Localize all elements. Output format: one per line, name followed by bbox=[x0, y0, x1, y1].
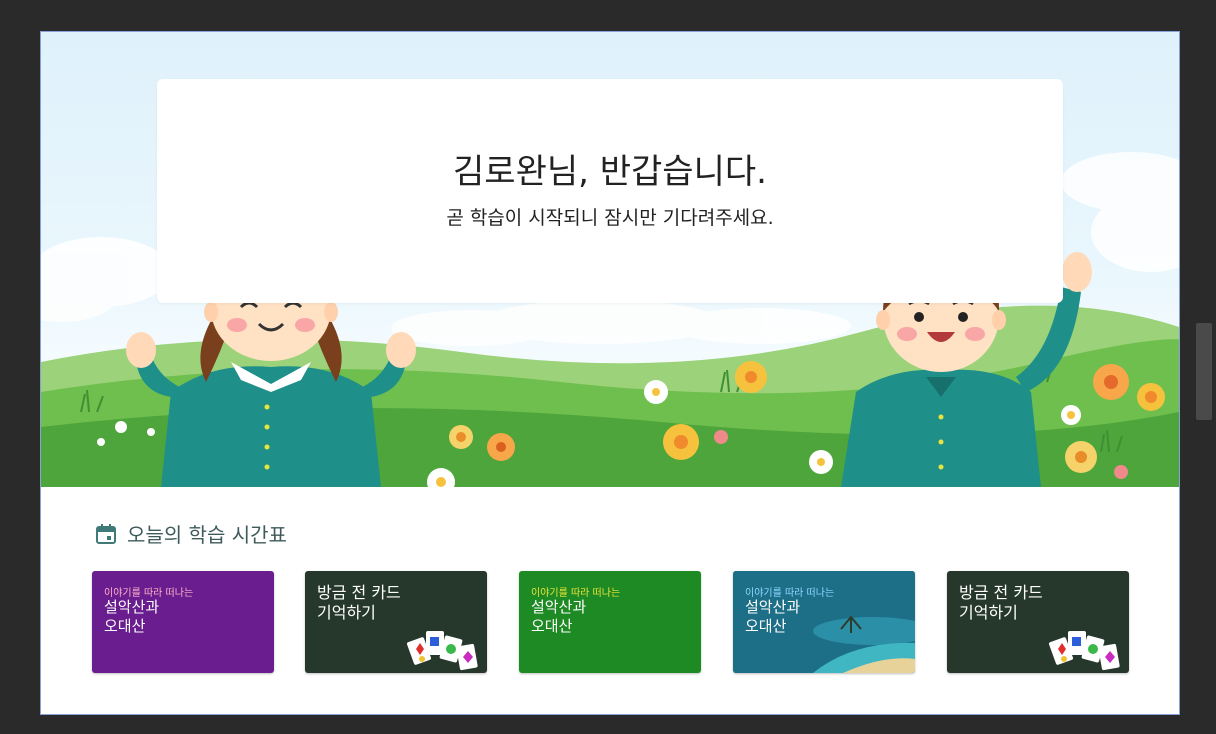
card-title: 설악산과 오대산 bbox=[745, 598, 801, 635]
card-subtitle: 이야기를 따라 떠나는 bbox=[531, 588, 621, 599]
lesson-card-1[interactable]: 이야기를 따라 떠나는 설악산과 오대산 bbox=[92, 571, 274, 673]
card-title: 방금 전 카드 기억하기 bbox=[317, 583, 401, 622]
schedule-header: 오늘의 학습 시간표 bbox=[95, 519, 287, 548]
welcome-title: 김로완님, 반갑습니다. bbox=[453, 152, 767, 192]
welcome-subtitle: 곧 학습이 시작되니 잠시만 기다려주세요. bbox=[446, 207, 774, 229]
calendar-icon bbox=[96, 523, 116, 544]
card-title: 방금 전 카드 기억하기 bbox=[959, 583, 1043, 622]
card-subtitle: 이야기를 따라 떠나는 bbox=[745, 588, 835, 599]
card-title: 설악산과 오대산 bbox=[104, 598, 160, 635]
lesson-card-4[interactable]: 이야기를 따라 떠나는 설악산과 오대산 bbox=[733, 571, 915, 673]
lesson-card-3[interactable]: 이야기를 따라 떠나는 설악산과 오대산 bbox=[519, 571, 701, 673]
card-title: 설악산과 오대산 bbox=[531, 598, 587, 635]
schedule-title: 오늘의 학습 시간표 bbox=[127, 523, 287, 547]
welcome-panel: 김로완님, 반갑습니다. 곧 학습이 시작되니 잠시만 기다려주세요. bbox=[157, 79, 1063, 303]
lesson-card-5[interactable]: 방금 전 카드 기억하기 bbox=[947, 571, 1129, 673]
content-frame: 김로완님, 반갑습니다. 곧 학습이 시작되니 잠시만 기다려주세요. 오늘의 … bbox=[40, 31, 1180, 715]
scrollbar-thumb[interactable] bbox=[1196, 323, 1212, 420]
card-subtitle: 이야기를 따라 떠나는 bbox=[104, 588, 194, 599]
lesson-card-2[interactable]: 방금 전 카드 기억하기 bbox=[305, 571, 487, 673]
hero-banner: 김로완님, 반갑습니다. 곧 학습이 시작되니 잠시만 기다려주세요. bbox=[41, 32, 1179, 487]
